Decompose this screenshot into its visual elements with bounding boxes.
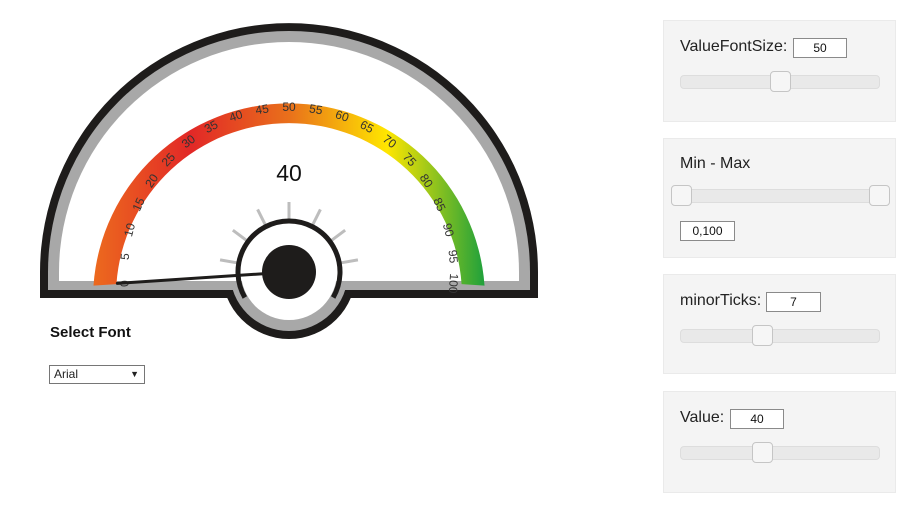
font-select-value: Arial bbox=[54, 367, 79, 381]
select-font-title: Select Font bbox=[50, 324, 131, 341]
value-slider[interactable] bbox=[680, 442, 880, 463]
max-slider-handle[interactable] bbox=[869, 185, 890, 206]
min-max-input[interactable]: 0,100 bbox=[680, 221, 735, 241]
min-max-panel: Min - Max 0,100 bbox=[663, 138, 896, 258]
gauge-tick-label: 50 bbox=[282, 100, 296, 114]
value-font-size-slider-handle[interactable] bbox=[770, 71, 791, 92]
font-select[interactable]: Arial ▼ bbox=[49, 365, 145, 384]
min-max-label: Min - Max bbox=[680, 155, 751, 172]
minor-ticks-label: minorTicks: bbox=[680, 292, 762, 309]
value-panel: Value: 40 bbox=[663, 391, 896, 493]
value-slider-handle[interactable] bbox=[752, 442, 774, 463]
value-input[interactable]: 40 bbox=[730, 409, 784, 429]
gauge-tick-label: 55 bbox=[308, 101, 324, 117]
select-font-section: Select Font bbox=[50, 324, 131, 341]
minor-ticks-panel: minorTicks: 7 bbox=[663, 274, 896, 374]
gauge-value-text: 40 bbox=[276, 160, 302, 186]
dropdown-caret-icon: ▼ bbox=[130, 369, 139, 379]
gauge: 0510152025303540455055606570758085909510… bbox=[40, 23, 538, 339]
gauge-tick-label: 100 bbox=[446, 273, 461, 294]
minor-ticks-slider-handle[interactable] bbox=[752, 325, 774, 346]
gauge-hub bbox=[262, 245, 316, 299]
value-font-size-input[interactable]: 50 bbox=[793, 38, 847, 58]
value-font-size-slider[interactable] bbox=[680, 71, 880, 92]
value-label: Value: bbox=[680, 409, 725, 426]
minor-ticks-slider[interactable] bbox=[680, 325, 880, 346]
value-font-size-label: ValueFontSize: bbox=[680, 38, 788, 55]
minor-ticks-input[interactable]: 7 bbox=[766, 292, 821, 312]
gauge-tick-label: 45 bbox=[254, 101, 270, 117]
gauge-tick-label: 95 bbox=[445, 249, 460, 264]
value-font-size-panel: ValueFontSize: 50 bbox=[663, 20, 896, 122]
min-max-slider[interactable] bbox=[671, 185, 890, 206]
min-slider-handle[interactable] bbox=[671, 185, 692, 206]
